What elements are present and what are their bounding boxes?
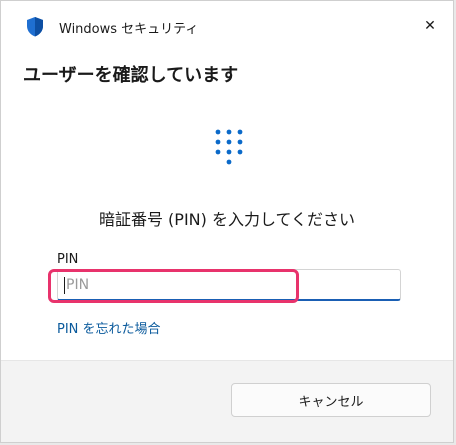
dialog-heading: ユーザーを確認しています [23, 65, 239, 86]
text-caret [64, 277, 65, 294]
close-icon: ✕ [424, 18, 436, 34]
dialog-footer: キャンセル [1, 360, 453, 442]
pin-keypad-icon [213, 128, 245, 172]
security-dialog: Windows セキュリティ ✕ ユーザーを確認しています 暗証番号 (PIN)… [0, 0, 454, 443]
cancel-button[interactable]: キャンセル [231, 383, 431, 417]
close-button[interactable]: ✕ [415, 11, 445, 41]
pin-prompt: 暗証番号 (PIN) を入力してください [98, 210, 356, 229]
window-title: Windows セキュリティ [59, 22, 199, 37]
forgot-pin-link[interactable]: PIN を忘れた場合 [57, 318, 161, 337]
pin-input[interactable] [57, 269, 401, 301]
shield-icon [26, 17, 44, 37]
title-bar: Windows セキュリティ ✕ [1, 1, 453, 51]
pin-field-label: PIN [57, 252, 79, 267]
